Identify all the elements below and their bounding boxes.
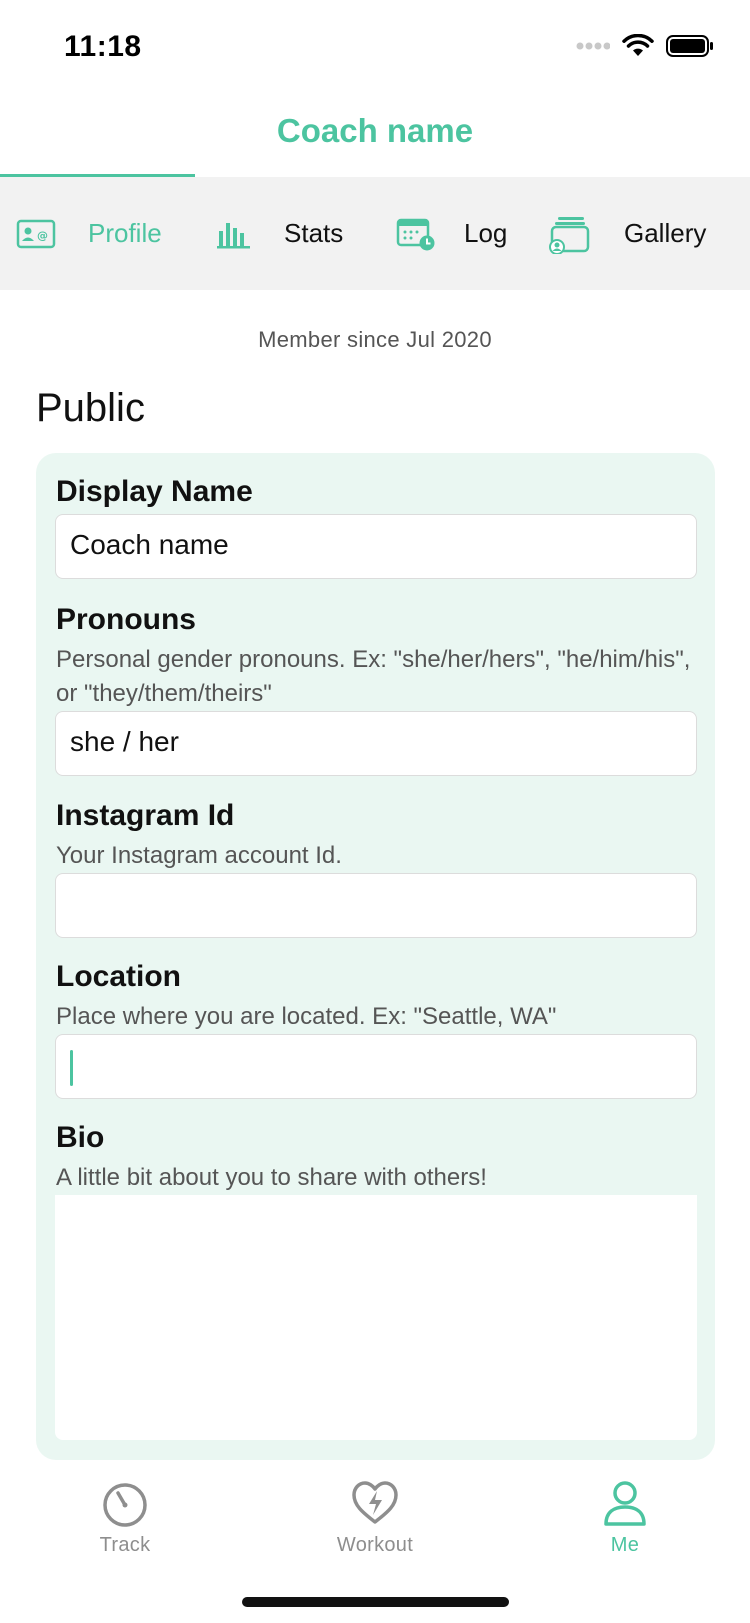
- instagram-input[interactable]: [55, 873, 697, 938]
- svg-text:@: @: [37, 229, 48, 242]
- tab-label-log: Log: [464, 218, 508, 248]
- member-since-text: Member since Jul 2020: [258, 327, 492, 352]
- bio-label: Bio: [56, 1121, 105, 1154]
- pronouns-label: Pronouns: [56, 603, 196, 636]
- tab-gallery[interactable]: Gallery: [548, 177, 706, 290]
- pronouns-value: she / her: [70, 726, 179, 757]
- public-profile-card: Display Name Coach name Pronouns Persona…: [36, 453, 715, 1460]
- battery-icon: [666, 35, 713, 57]
- bottom-nav: Track Workout Me: [0, 1460, 750, 1580]
- tab-profile[interactable]: @ Profile: [16, 177, 162, 290]
- instagram-help: Your Instagram account Id.: [56, 842, 342, 869]
- tab-label-stats: Stats: [284, 218, 344, 248]
- display-name-input[interactable]: Coach name: [55, 514, 697, 579]
- nav-label-workout: Workout: [336, 1534, 414, 1556]
- section-title: Public: [36, 386, 145, 430]
- status-time: 11:18: [64, 30, 142, 63]
- home-indicator: [242, 1597, 509, 1607]
- wifi-icon: [622, 34, 654, 56]
- status-bar: 11:18: [0, 0, 750, 90]
- status-icons: [576, 34, 714, 58]
- bio-help: A little bit about you to share with oth…: [56, 1164, 487, 1191]
- nav-item-workout[interactable]: Workout: [300, 1478, 450, 1557]
- display-name-label: Display Name: [56, 475, 253, 508]
- signal-icon: [576, 42, 610, 50]
- contact-card-icon: @: [16, 219, 56, 249]
- tab-label-profile: Profile: [88, 218, 162, 248]
- heart-bolt-icon: [352, 1481, 398, 1524]
- bio-textarea[interactable]: [55, 1195, 697, 1440]
- person-icon: [604, 1481, 646, 1526]
- tab-label-gallery: Gallery: [624, 218, 707, 248]
- gallery-user-icon: [548, 214, 590, 254]
- pronouns-help: Personal gender pronouns. Ex: "she/her/h…: [56, 646, 691, 707]
- location-label: Location: [56, 960, 181, 993]
- text-caret: [70, 1050, 73, 1086]
- calendar-clock-icon: [396, 217, 438, 251]
- tab-log[interactable]: Log: [396, 177, 507, 290]
- nav-label-track: Track: [99, 1534, 151, 1556]
- location-input[interactable]: [55, 1034, 697, 1099]
- nav-item-track[interactable]: Track: [50, 1478, 200, 1557]
- instagram-label: Instagram Id: [56, 799, 235, 832]
- location-help: Place where you are located. Ex: "Seattl…: [56, 1003, 557, 1030]
- nav-label-me: Me: [610, 1534, 640, 1556]
- bar-chart-icon: [216, 219, 252, 249]
- page-title: Coach name: [276, 112, 474, 149]
- tab-stats[interactable]: Stats: [216, 177, 343, 290]
- pronouns-input[interactable]: she / her: [55, 711, 697, 776]
- tab-bar: @ Profile Stats Log Gallery: [0, 177, 750, 290]
- display-name-value: Coach name: [70, 529, 229, 560]
- nav-item-me[interactable]: Me: [550, 1478, 700, 1557]
- stopwatch-icon: [103, 1483, 147, 1527]
